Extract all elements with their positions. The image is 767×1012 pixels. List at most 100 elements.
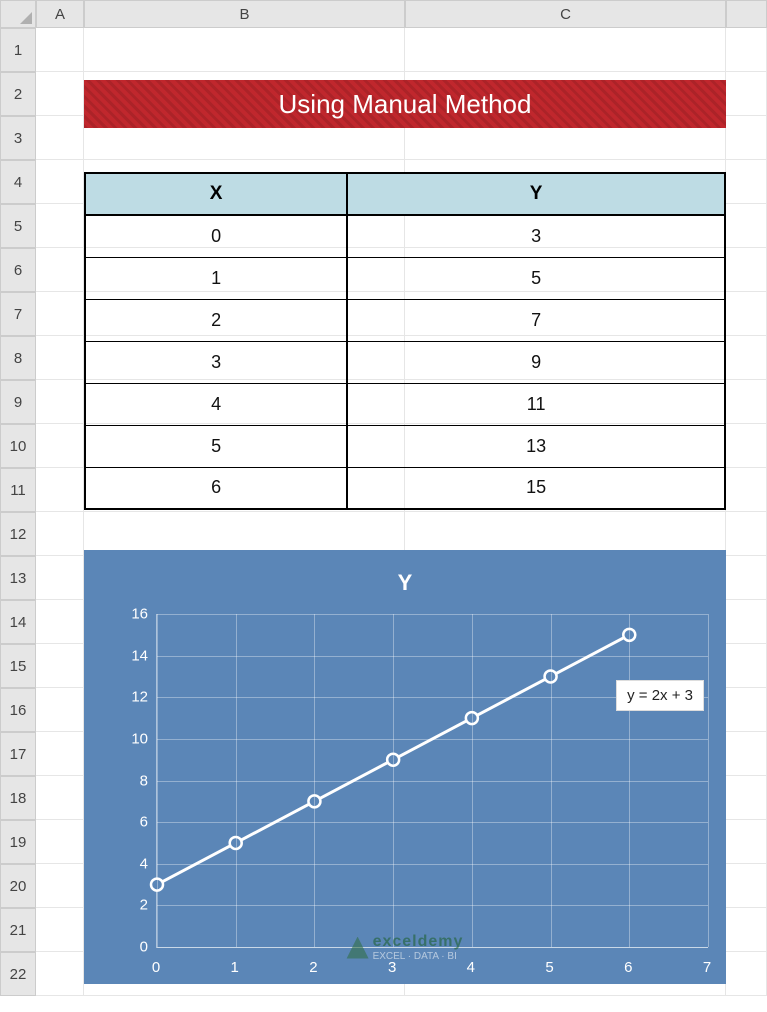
row-header[interactable]: 11: [0, 468, 36, 512]
col-header-extra[interactable]: [726, 0, 767, 28]
row-header[interactable]: 2: [0, 72, 36, 116]
cell-y[interactable]: 9: [347, 341, 725, 383]
cell-x[interactable]: 4: [85, 383, 347, 425]
table-row[interactable]: 15: [85, 257, 725, 299]
table-row[interactable]: 615: [85, 467, 725, 509]
table-row[interactable]: 27: [85, 299, 725, 341]
cell[interactable]: [726, 424, 767, 468]
table-row[interactable]: 411: [85, 383, 725, 425]
row-header[interactable]: 3: [0, 116, 36, 160]
cell[interactable]: [36, 820, 84, 864]
cell[interactable]: [36, 644, 84, 688]
cell[interactable]: [36, 556, 84, 600]
cell[interactable]: [36, 336, 84, 380]
cell[interactable]: [36, 28, 84, 72]
cell-x[interactable]: 0: [85, 215, 347, 257]
cell[interactable]: [36, 776, 84, 820]
cell[interactable]: [726, 908, 767, 952]
cell-x[interactable]: 1: [85, 257, 347, 299]
table-row[interactable]: 03: [85, 215, 725, 257]
cell[interactable]: [36, 952, 84, 996]
cell-x[interactable]: 2: [85, 299, 347, 341]
col-header-b[interactable]: B: [84, 0, 405, 28]
row-header[interactable]: 20: [0, 864, 36, 908]
row-header[interactable]: 6: [0, 248, 36, 292]
cell[interactable]: [726, 556, 767, 600]
row-header[interactable]: 22: [0, 952, 36, 996]
row-header[interactable]: 14: [0, 600, 36, 644]
row-header[interactable]: 5: [0, 204, 36, 248]
cell[interactable]: [726, 644, 767, 688]
row-header[interactable]: 19: [0, 820, 36, 864]
x-tick-label: 4: [467, 959, 475, 976]
chart[interactable]: Y y = 2x + 3 exceldemy EXCEL · DATA · BI…: [84, 550, 726, 984]
cell[interactable]: [36, 72, 84, 116]
select-all-corner[interactable]: [0, 0, 36, 28]
cell[interactable]: [36, 688, 84, 732]
cell[interactable]: [726, 600, 767, 644]
row-header[interactable]: 9: [0, 380, 36, 424]
cell[interactable]: [726, 468, 767, 512]
cell[interactable]: [36, 864, 84, 908]
cell[interactable]: [36, 512, 84, 556]
cell-x[interactable]: 6: [85, 467, 347, 509]
cell[interactable]: [36, 424, 84, 468]
cell[interactable]: [726, 732, 767, 776]
cell-y[interactable]: 7: [347, 299, 725, 341]
row-header[interactable]: 8: [0, 336, 36, 380]
cell[interactable]: [36, 204, 84, 248]
col-header-a[interactable]: A: [36, 0, 84, 28]
cell[interactable]: [726, 160, 767, 204]
row-header[interactable]: 4: [0, 160, 36, 204]
cell[interactable]: [726, 380, 767, 424]
row-header[interactable]: 15: [0, 644, 36, 688]
cell[interactable]: [726, 952, 767, 996]
cell-y[interactable]: 11: [347, 383, 725, 425]
row-header[interactable]: 13: [0, 556, 36, 600]
row-header[interactable]: 10: [0, 424, 36, 468]
cell[interactable]: [36, 160, 84, 204]
col-header-y[interactable]: Y: [347, 173, 725, 215]
table-row[interactable]: 39: [85, 341, 725, 383]
cell[interactable]: [726, 72, 767, 116]
cell[interactable]: [726, 248, 767, 292]
cell[interactable]: [726, 512, 767, 556]
watermark-tagline: EXCEL · DATA · BI: [373, 951, 457, 962]
cell[interactable]: [36, 600, 84, 644]
row-header[interactable]: 21: [0, 908, 36, 952]
cell[interactable]: [36, 248, 84, 292]
row-header[interactable]: 18: [0, 776, 36, 820]
cell-y[interactable]: 5: [347, 257, 725, 299]
watermark-brand: exceldemy: [373, 933, 464, 951]
table-row[interactable]: 513: [85, 425, 725, 467]
cell[interactable]: [726, 292, 767, 336]
cell-y[interactable]: 15: [347, 467, 725, 509]
col-header-c[interactable]: C: [405, 0, 726, 28]
col-header-x[interactable]: X: [85, 173, 347, 215]
row-header[interactable]: 16: [0, 688, 36, 732]
cell-y[interactable]: 3: [347, 215, 725, 257]
cell[interactable]: [726, 688, 767, 732]
row-header[interactable]: 12: [0, 512, 36, 556]
cell[interactable]: [36, 380, 84, 424]
row-header[interactable]: 17: [0, 732, 36, 776]
cell[interactable]: [726, 116, 767, 160]
cell[interactable]: [726, 820, 767, 864]
cell[interactable]: [726, 864, 767, 908]
cell-y[interactable]: 13: [347, 425, 725, 467]
cell[interactable]: [726, 336, 767, 380]
cell[interactable]: [36, 468, 84, 512]
row-header[interactable]: 7: [0, 292, 36, 336]
cell[interactable]: [36, 116, 84, 160]
x-tick-label: 0: [152, 959, 160, 976]
cell[interactable]: [36, 292, 84, 336]
cell-x[interactable]: 3: [85, 341, 347, 383]
cell[interactable]: [726, 204, 767, 248]
cell[interactable]: [36, 732, 84, 776]
cell[interactable]: [36, 908, 84, 952]
row-header[interactable]: 1: [0, 28, 36, 72]
cell[interactable]: [726, 776, 767, 820]
cell-x[interactable]: 5: [85, 425, 347, 467]
trendline-equation[interactable]: y = 2x + 3: [616, 680, 704, 711]
cell[interactable]: [726, 28, 767, 72]
